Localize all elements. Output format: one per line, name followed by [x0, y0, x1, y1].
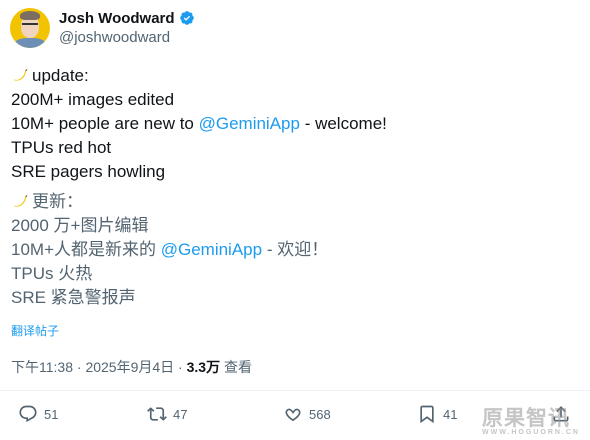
bookmark-count: 41 — [443, 406, 458, 422]
post-text-translated: 更新： 2000 万+图片编辑 10M+人都是新来的 @GeminiApp - … — [11, 190, 571, 310]
post-line-update: update: — [11, 64, 571, 88]
repost-button[interactable]: 47 — [147, 404, 187, 424]
like-icon — [285, 408, 301, 422]
post-line: 200M+ images edited — [11, 90, 175, 109]
post-line-mention: 10M+ people are new to @GeminiApp - welc… — [11, 114, 387, 133]
mention-link[interactable]: @GeminiApp — [161, 240, 262, 259]
banana-icon — [14, 69, 28, 81]
post-meta: 下午11:38 · 2025年9月4日 · 3.3万 查看 — [11, 357, 252, 377]
reply-count: 51 — [44, 406, 59, 422]
post-line-mention-zh: 10M+人都是新来的 @GeminiApp - 欢迎！ — [11, 240, 329, 259]
post-time[interactable]: 下午11:38 — [11, 359, 73, 375]
author-display-name-row: Josh Woodward — [59, 9, 195, 28]
post-text-original: update: 200M+ images edited 10M+ people … — [11, 64, 571, 184]
author-names: Josh Woodward @joshwoodward — [59, 9, 195, 48]
post-card: Josh Woodward @joshwoodward update: 200M… — [0, 0, 590, 440]
post-line-zh: SRE 紧急警报声 — [11, 288, 136, 307]
watermark-url: WWW.HOGUORN.CN — [482, 429, 580, 436]
bookmark-button[interactable]: 41 — [417, 404, 457, 424]
post-line: TPUs red hot — [11, 138, 112, 157]
translate-post-link[interactable]: 翻译帖子 — [11, 322, 59, 339]
verified-badge-icon — [179, 11, 194, 25]
repost-count: 47 — [173, 406, 188, 422]
divider — [0, 390, 590, 391]
watermark: 原果智讯 WWW.HOGUORN.CN — [482, 402, 580, 436]
like-button[interactable]: 568 — [283, 404, 331, 424]
post-date[interactable]: 2025年9月4日 — [85, 359, 174, 375]
post-line-zh: TPUs 火热 — [11, 264, 93, 283]
reply-button[interactable]: 51 — [18, 404, 58, 424]
banana-icon — [14, 195, 28, 207]
like-count: 568 — [309, 406, 331, 422]
views-label: 查看 — [220, 359, 252, 375]
mention-link[interactable]: @GeminiApp — [199, 114, 300, 133]
avatar[interactable] — [10, 8, 50, 48]
author-display-name[interactable]: Josh Woodward — [59, 9, 175, 28]
watermark-text: 原果智讯 — [482, 407, 570, 430]
meta-separator: · — [73, 359, 86, 375]
post-line-update-zh: 更新： — [11, 190, 571, 214]
post-header: Josh Woodward @joshwoodward — [10, 8, 195, 48]
repost-icon — [147, 407, 167, 421]
author-handle[interactable]: @joshwoodward — [59, 28, 195, 48]
bookmark-icon — [420, 405, 434, 424]
post-body: update: 200M+ images edited 10M+ people … — [11, 64, 571, 310]
views-count: 3.3万 — [186, 359, 221, 375]
post-line-zh: 2000 万+图片编辑 — [11, 216, 149, 235]
meta-separator: · — [174, 359, 187, 375]
reply-icon — [19, 405, 37, 423]
post-line: SRE pagers howling — [11, 162, 166, 181]
